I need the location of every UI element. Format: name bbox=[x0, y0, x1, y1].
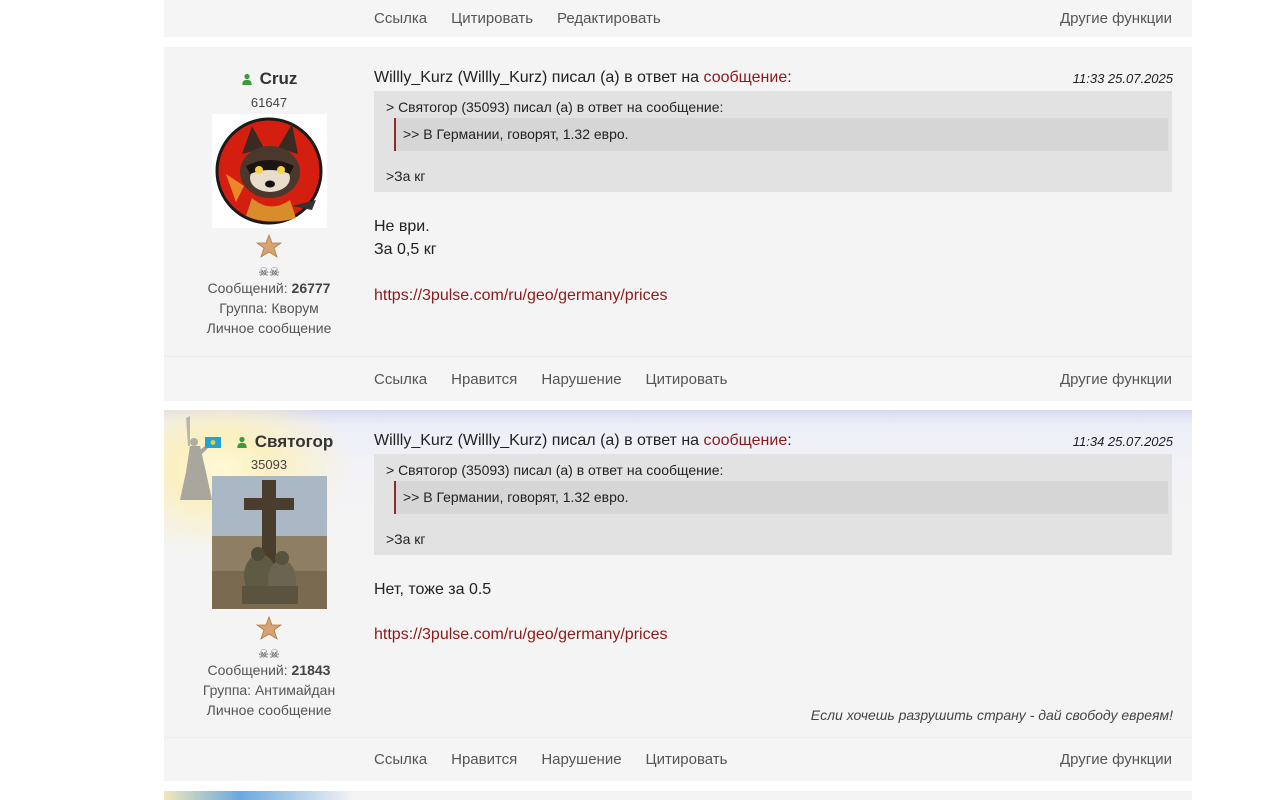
avatar[interactable] bbox=[212, 476, 327, 609]
nested-quote: >> В Германии, говорят, 1.32 евро. bbox=[394, 481, 1168, 514]
post-actions: Ссылка Нравится Нарушение Цитировать Дру… bbox=[164, 356, 1192, 401]
skull-badges-icon: ☠☠ bbox=[258, 647, 280, 661]
message-count-value: 26777 bbox=[291, 280, 331, 296]
link-action[interactable]: Ссылка bbox=[374, 371, 427, 388]
quote-header: > Святогор (35093) писал (а) в ответ на … bbox=[386, 462, 724, 478]
private-message-link[interactable]: Личное сообщение bbox=[164, 702, 374, 718]
post-header-text: Willly_Kurz (Willly_Kurz) писал (а) в от… bbox=[374, 432, 704, 449]
user-group: Группа: Антимайдан bbox=[202, 682, 336, 698]
post-date: 11:34 25.07.2025 bbox=[1072, 434, 1173, 449]
message-count-label: Сообщений: bbox=[207, 280, 288, 296]
post-body-line-1: Нет, тоже за 0.5 bbox=[374, 581, 492, 598]
edit-action[interactable]: Редактировать bbox=[557, 10, 661, 27]
user-badges: ☠☠ bbox=[164, 233, 374, 281]
reply-target-link[interactable]: сообщение bbox=[704, 432, 788, 449]
user-id: 61647 bbox=[250, 95, 288, 110]
post-cruz: Cruz 61647 ☠☠ Сообщений: 26777 Группа: К… bbox=[164, 47, 1192, 401]
online-user-icon bbox=[236, 436, 247, 448]
username-row: Cruz bbox=[164, 69, 374, 89]
post-header: Willly_Kurz (Willly_Kurz) писал (а) в от… bbox=[374, 69, 792, 87]
online-user-icon bbox=[241, 73, 252, 85]
user-id: 35093 bbox=[250, 457, 288, 472]
post-svyatogor: Святогор 35093 ☠☠ Сообщений: 21843 Групп… bbox=[164, 410, 1192, 781]
skull-badges-icon: ☠☠ bbox=[258, 265, 280, 279]
quote-action[interactable]: Цитировать bbox=[451, 10, 533, 27]
star-rank-icon bbox=[255, 233, 283, 258]
like-action[interactable]: Нравится bbox=[451, 751, 517, 768]
kazakhstan-flag-icon bbox=[204, 436, 221, 448]
link-action[interactable]: Ссылка bbox=[374, 10, 427, 27]
reply-target-link[interactable]: сообщение bbox=[704, 69, 788, 86]
user-signature: Если хочешь разрушить страну - дай свобо… bbox=[810, 707, 1173, 723]
user-badges: ☠☠ bbox=[164, 615, 374, 663]
username-row: Святогор bbox=[164, 432, 374, 452]
post-header-colon: : bbox=[787, 432, 792, 449]
report-action[interactable]: Нарушение bbox=[541, 751, 621, 768]
nested-quote-text: >> В Германии, говорят, 1.32 евро. bbox=[403, 126, 629, 142]
post-url-link[interactable]: https://3pulse.com/ru/geo/germany/prices bbox=[374, 626, 667, 644]
message-count: Сообщений: 21843 bbox=[164, 662, 374, 678]
quote-action[interactable]: Цитировать bbox=[646, 371, 728, 388]
post-body-line-2: За 0,5 кг bbox=[374, 241, 437, 258]
next-post-peek bbox=[164, 791, 1192, 800]
post-header-colon: : bbox=[787, 69, 792, 86]
quote-block: > Святогор (35093) писал (а) в ответ на … bbox=[374, 91, 1172, 192]
report-action[interactable]: Нарушение bbox=[541, 371, 621, 388]
next-post-header-decoration bbox=[164, 791, 354, 800]
post-url-link[interactable]: https://3pulse.com/ru/geo/germany/prices bbox=[374, 287, 667, 305]
post-body-line-1: Не ври. bbox=[374, 218, 430, 235]
quote-tail: >За кг bbox=[386, 531, 426, 547]
username[interactable]: Cruz bbox=[260, 69, 298, 89]
soldiers-cross-avatar-image bbox=[212, 476, 327, 609]
post-header-text: Willly_Kurz (Willly_Kurz) писал (а) в от… bbox=[374, 69, 704, 86]
message-count-label: Сообщений: bbox=[207, 662, 288, 678]
like-action[interactable]: Нравится bbox=[451, 371, 517, 388]
message-count-value: 21843 bbox=[291, 662, 331, 678]
star-rank-icon bbox=[255, 615, 283, 640]
quote-action[interactable]: Цитировать bbox=[646, 751, 728, 768]
quote-tail: >За кг bbox=[386, 168, 426, 184]
more-functions-button[interactable]: Другие функции bbox=[1060, 738, 1172, 781]
more-functions-button[interactable]: Другие функции bbox=[1060, 357, 1172, 401]
quote-header: > Святогор (35093) писал (а) в ответ на … bbox=[386, 99, 724, 115]
nested-quote-text: >> В Германии, говорят, 1.32 евро. bbox=[403, 489, 629, 505]
post-header: Willly_Kurz (Willly_Kurz) писал (а) в от… bbox=[374, 432, 792, 450]
private-message-link[interactable]: Личное сообщение bbox=[164, 320, 374, 336]
post-actions: Ссылка Нравится Нарушение Цитировать Дру… bbox=[164, 737, 1192, 781]
username[interactable]: Святогор bbox=[255, 432, 334, 452]
quote-block: > Святогор (35093) писал (а) в ответ на … bbox=[374, 454, 1172, 555]
user-group: Группа: Кворум bbox=[219, 300, 319, 316]
link-action[interactable]: Ссылка bbox=[374, 751, 427, 768]
avatar[interactable] bbox=[212, 114, 327, 228]
more-functions-button[interactable]: Другие функции bbox=[1060, 0, 1172, 37]
nested-quote: >> В Германии, говорят, 1.32 евро. bbox=[394, 118, 1168, 151]
prev-post-footer: Ссылка Цитировать Редактировать Другие ф… bbox=[164, 0, 1192, 37]
message-count: Сообщений: 26777 bbox=[164, 280, 374, 296]
prev-post-actions: Ссылка Цитировать Редактировать Другие ф… bbox=[164, 0, 1192, 37]
post-date: 11:33 25.07.2025 bbox=[1072, 71, 1173, 86]
raccoon-avatar-image bbox=[215, 117, 323, 225]
